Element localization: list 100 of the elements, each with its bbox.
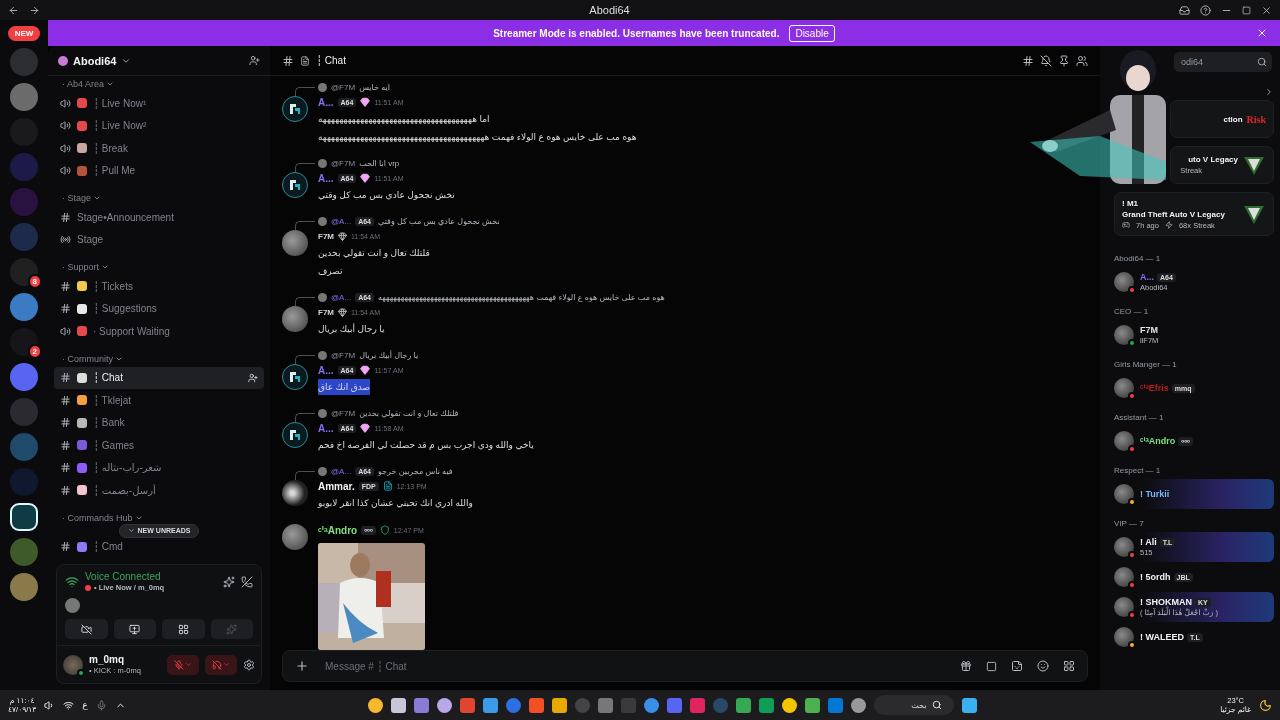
author-name[interactable]: F7M	[318, 307, 334, 317]
channel-item[interactable]: ┆ Cmd	[54, 535, 264, 558]
disconnect-icon[interactable]	[241, 575, 253, 588]
taskbar-app-icon[interactable]	[483, 697, 499, 713]
channel-item[interactable]: ┆ Live Now¹	[54, 92, 264, 115]
taskbar-app-icon[interactable]	[644, 697, 660, 713]
taskbar-app-icon[interactable]	[805, 697, 821, 713]
channel-item[interactable]: ┆ Games	[54, 434, 264, 457]
author-name[interactable]: F7M	[318, 231, 334, 241]
forward-icon[interactable]	[29, 4, 40, 16]
channel-item[interactable]: ┆ Chat	[54, 366, 264, 389]
mute-icon[interactable]	[1040, 54, 1052, 67]
taskbar-app-icon[interactable]	[552, 697, 568, 713]
settings-icon[interactable]	[243, 658, 255, 671]
category-name[interactable]: · Stage	[62, 193, 92, 203]
server-icon[interactable]	[10, 258, 38, 286]
category-name[interactable]: · Commands Hub	[62, 512, 133, 523]
member-name[interactable]: F7M	[1140, 325, 1158, 335]
channel-item[interactable]: Stage•Announcement	[54, 206, 264, 229]
taskbar-app-icon[interactable]	[414, 697, 430, 713]
author-name[interactable]: A...	[318, 422, 334, 434]
message-box[interactable]: Message # ┆ Chat	[282, 650, 1088, 682]
search-field[interactable]: odi64	[1179, 56, 1257, 68]
back-icon[interactable]	[8, 4, 19, 16]
maximize-icon[interactable]	[1242, 5, 1251, 15]
taskbar-app-icon[interactable]	[391, 697, 407, 713]
channel-item[interactable]: ┆ Suggestions	[54, 297, 264, 320]
taskbar-app-icon[interactable]	[529, 697, 545, 713]
taskbar-app-icon[interactable]	[759, 697, 775, 713]
channel-item[interactable]: Stage	[54, 228, 264, 251]
member-name[interactable]: ᶜⁱᵃEfris	[1140, 383, 1169, 393]
reply-mention[interactable]: @F7M	[331, 158, 356, 168]
taskbar-app-icon[interactable]	[736, 697, 752, 713]
screen-share-button[interactable]	[113, 619, 156, 639]
plus-icon[interactable]	[295, 659, 309, 673]
member-name[interactable]: ! Turkii	[1140, 489, 1170, 499]
taskbar-app-icon[interactable]	[851, 697, 867, 713]
member-name[interactable]: ! 5ordh	[1140, 572, 1171, 582]
gift-icon[interactable]	[960, 660, 972, 672]
server-icon[interactable]	[10, 328, 38, 356]
channel-item[interactable]: · Support Waiting	[54, 320, 264, 343]
reply-mention[interactable]: @A...	[331, 216, 352, 226]
category-name[interactable]: · Ab4 Area	[62, 79, 105, 89]
reply-mention[interactable]: @A...	[331, 292, 352, 302]
channel-item[interactable]: ┆ Break	[54, 137, 264, 160]
author-name[interactable]: ᶜⁱᵃAndro	[318, 524, 358, 536]
username: m_0mq	[89, 654, 125, 665]
inbox-icon[interactable]	[1179, 4, 1190, 16]
channel-item[interactable]: ┆ Tklejat	[54, 389, 264, 412]
disable-button[interactable]: Disable	[789, 24, 835, 42]
language-indicator[interactable]: ع	[82, 700, 88, 710]
wifi-icon[interactable]	[63, 699, 75, 711]
member-name[interactable]: ᶜⁱᵃAndro	[1140, 436, 1176, 446]
deafen-button[interactable]	[205, 654, 237, 675]
channel-item[interactable]: ┆ Bank	[54, 411, 264, 434]
mic-icon[interactable]	[95, 699, 107, 711]
server-icon[interactable]	[10, 503, 38, 531]
start-icon[interactable]	[962, 697, 978, 713]
message-field[interactable]: Message # ┆ Chat	[323, 659, 946, 673]
taskbar-search-box[interactable]: بحث	[874, 695, 955, 715]
add-user-icon[interactable]	[249, 55, 260, 66]
author-name[interactable]: Ammar.	[318, 480, 355, 492]
emoji-icon[interactable]	[1037, 660, 1049, 672]
channel-item[interactable]: ┆ Tickets	[54, 275, 264, 298]
mute-button[interactable]	[167, 654, 199, 675]
reply-mention[interactable]: @A...	[331, 466, 352, 476]
category-name[interactable]: · Support	[62, 262, 100, 272]
reply-mention[interactable]: @F7M	[331, 82, 356, 92]
member-name[interactable]: ! Ali	[1140, 537, 1157, 547]
member-name[interactable]: A...	[1140, 272, 1154, 282]
add-user-icon[interactable]	[248, 372, 258, 383]
member-name[interactable]: ! WALEED	[1140, 632, 1184, 642]
channel-item[interactable]: ┆ Live Now²	[54, 114, 264, 137]
camera-button[interactable]	[65, 619, 108, 639]
author-name[interactable]: A...	[318, 364, 334, 376]
author-name[interactable]: A...	[318, 172, 334, 184]
close-icon[interactable]	[1256, 27, 1268, 39]
reply-mention[interactable]: @F7M	[331, 408, 356, 418]
taskbar-app-icon[interactable]	[782, 697, 798, 713]
activity-card[interactable]: ction Risk	[1170, 100, 1274, 138]
pin-icon[interactable]	[1058, 54, 1070, 67]
sticker-icon[interactable]	[1011, 660, 1023, 672]
search-box[interactable]: odi64	[1174, 52, 1272, 72]
taskbar-app-icon[interactable]	[437, 697, 453, 713]
reply-mention[interactable]: @F7M	[331, 350, 356, 360]
member-name[interactable]: ! SHOKMAN	[1140, 597, 1192, 607]
close-icon[interactable]	[1261, 4, 1272, 16]
activities-button[interactable]	[162, 619, 205, 639]
author-name[interactable]: A...	[318, 96, 334, 108]
members-icon[interactable]	[1076, 54, 1088, 67]
taskbar-search-field[interactable]: بحث	[880, 699, 929, 711]
channel-item[interactable]: ┆ Pull Me	[54, 159, 264, 182]
help-icon[interactable]	[1200, 4, 1211, 16]
apps-icon[interactable]	[1063, 660, 1075, 672]
taskbar-app-icon[interactable]	[368, 697, 384, 713]
category-name[interactable]: · Community	[62, 353, 113, 364]
channel-item[interactable]: ┆ شعر-راب-نثاله	[54, 456, 264, 479]
noise-icon[interactable]	[223, 575, 235, 588]
channel-item[interactable]: ┆ أرسل-بصمت	[54, 479, 264, 502]
server-name[interactable]: Abodi64	[73, 54, 117, 67]
